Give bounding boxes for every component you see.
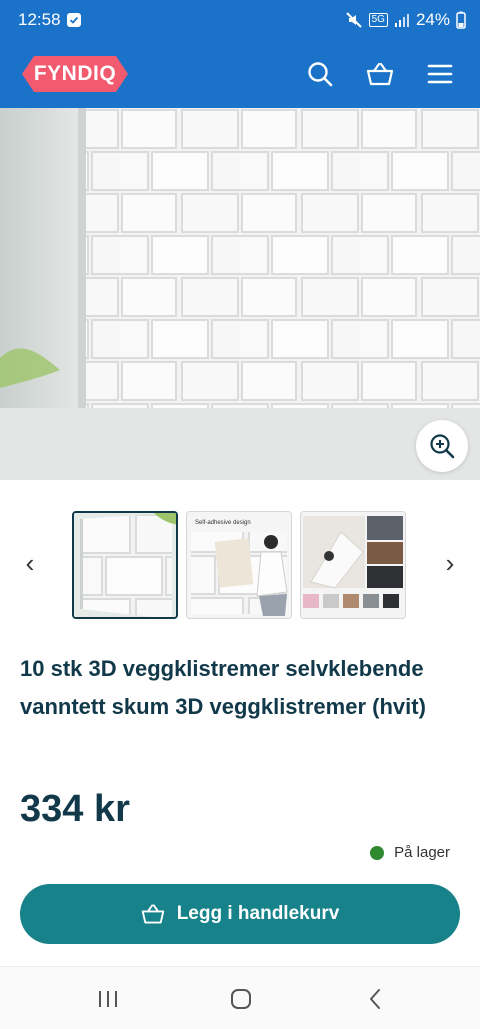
chevron-right-icon: › — [445, 548, 455, 578]
basket-icon — [366, 62, 394, 86]
add-to-cart-button[interactable]: Legg i handlekurv — [20, 884, 460, 944]
stock-label: På lager — [394, 844, 450, 861]
status-right: 5G 24% — [345, 10, 466, 30]
thumbnail-2-caption: Self-adhesive design — [195, 520, 251, 526]
basket-button[interactable] — [366, 60, 394, 88]
zoom-in-icon — [430, 434, 455, 459]
logo-text: FYNDIQ — [33, 62, 117, 85]
thumbnail-2[interactable]: Self-adhesive design — [186, 511, 292, 619]
thumbnail-1[interactable] — [72, 511, 178, 619]
carousel-prev-button[interactable]: ‹ — [20, 548, 40, 578]
home-icon — [231, 989, 251, 1009]
product-image[interactable] — [0, 108, 480, 480]
add-to-cart-label: Legg i handlekurv — [176, 903, 340, 924]
chevron-left-icon: ‹ — [25, 548, 35, 578]
thumbnail-3[interactable] — [300, 511, 406, 619]
status-bar: 12:58 5G 24% — [0, 0, 480, 40]
menu-button[interactable] — [426, 60, 454, 88]
notification-check-icon — [67, 13, 81, 27]
back-button[interactable] — [364, 987, 388, 1011]
thumbnail-carousel: ‹ Self-adhesive design › — [0, 505, 480, 625]
brick-wall-image — [0, 108, 480, 480]
search-icon — [308, 62, 333, 87]
cart-icon — [141, 904, 164, 924]
product-title: 10 stk 3D veggklistremer selvklebende va… — [20, 656, 426, 719]
product-price: 334 kr — [20, 788, 130, 830]
site-header: FYNDIQ — [0, 40, 480, 108]
stock-status: På lager — [370, 844, 450, 861]
recent-apps-button[interactable] — [96, 987, 120, 1011]
search-button[interactable] — [306, 60, 334, 88]
home-button[interactable] — [229, 987, 253, 1011]
network-icon: 5G — [368, 13, 388, 27]
carousel-next-button[interactable]: › — [440, 548, 460, 578]
menu-icon — [427, 64, 453, 84]
signal-icon — [394, 14, 409, 27]
battery-level: 24% — [415, 10, 450, 29]
back-icon — [370, 989, 380, 1009]
fyndiq-logo[interactable]: FYNDIQ — [20, 54, 130, 94]
battery-icon — [456, 11, 466, 29]
thumbnail-2-image: Self-adhesive design — [187, 512, 291, 618]
zoom-button[interactable] — [416, 420, 468, 472]
thumbnail-1-image — [74, 513, 176, 617]
thumbnail-3-image — [301, 512, 405, 618]
mute-icon — [345, 12, 362, 28]
system-navigation-bar — [0, 966, 480, 1029]
stock-indicator-dot — [370, 845, 385, 860]
recent-apps-icon — [99, 991, 117, 1007]
status-time: 12:58 — [18, 10, 61, 29]
